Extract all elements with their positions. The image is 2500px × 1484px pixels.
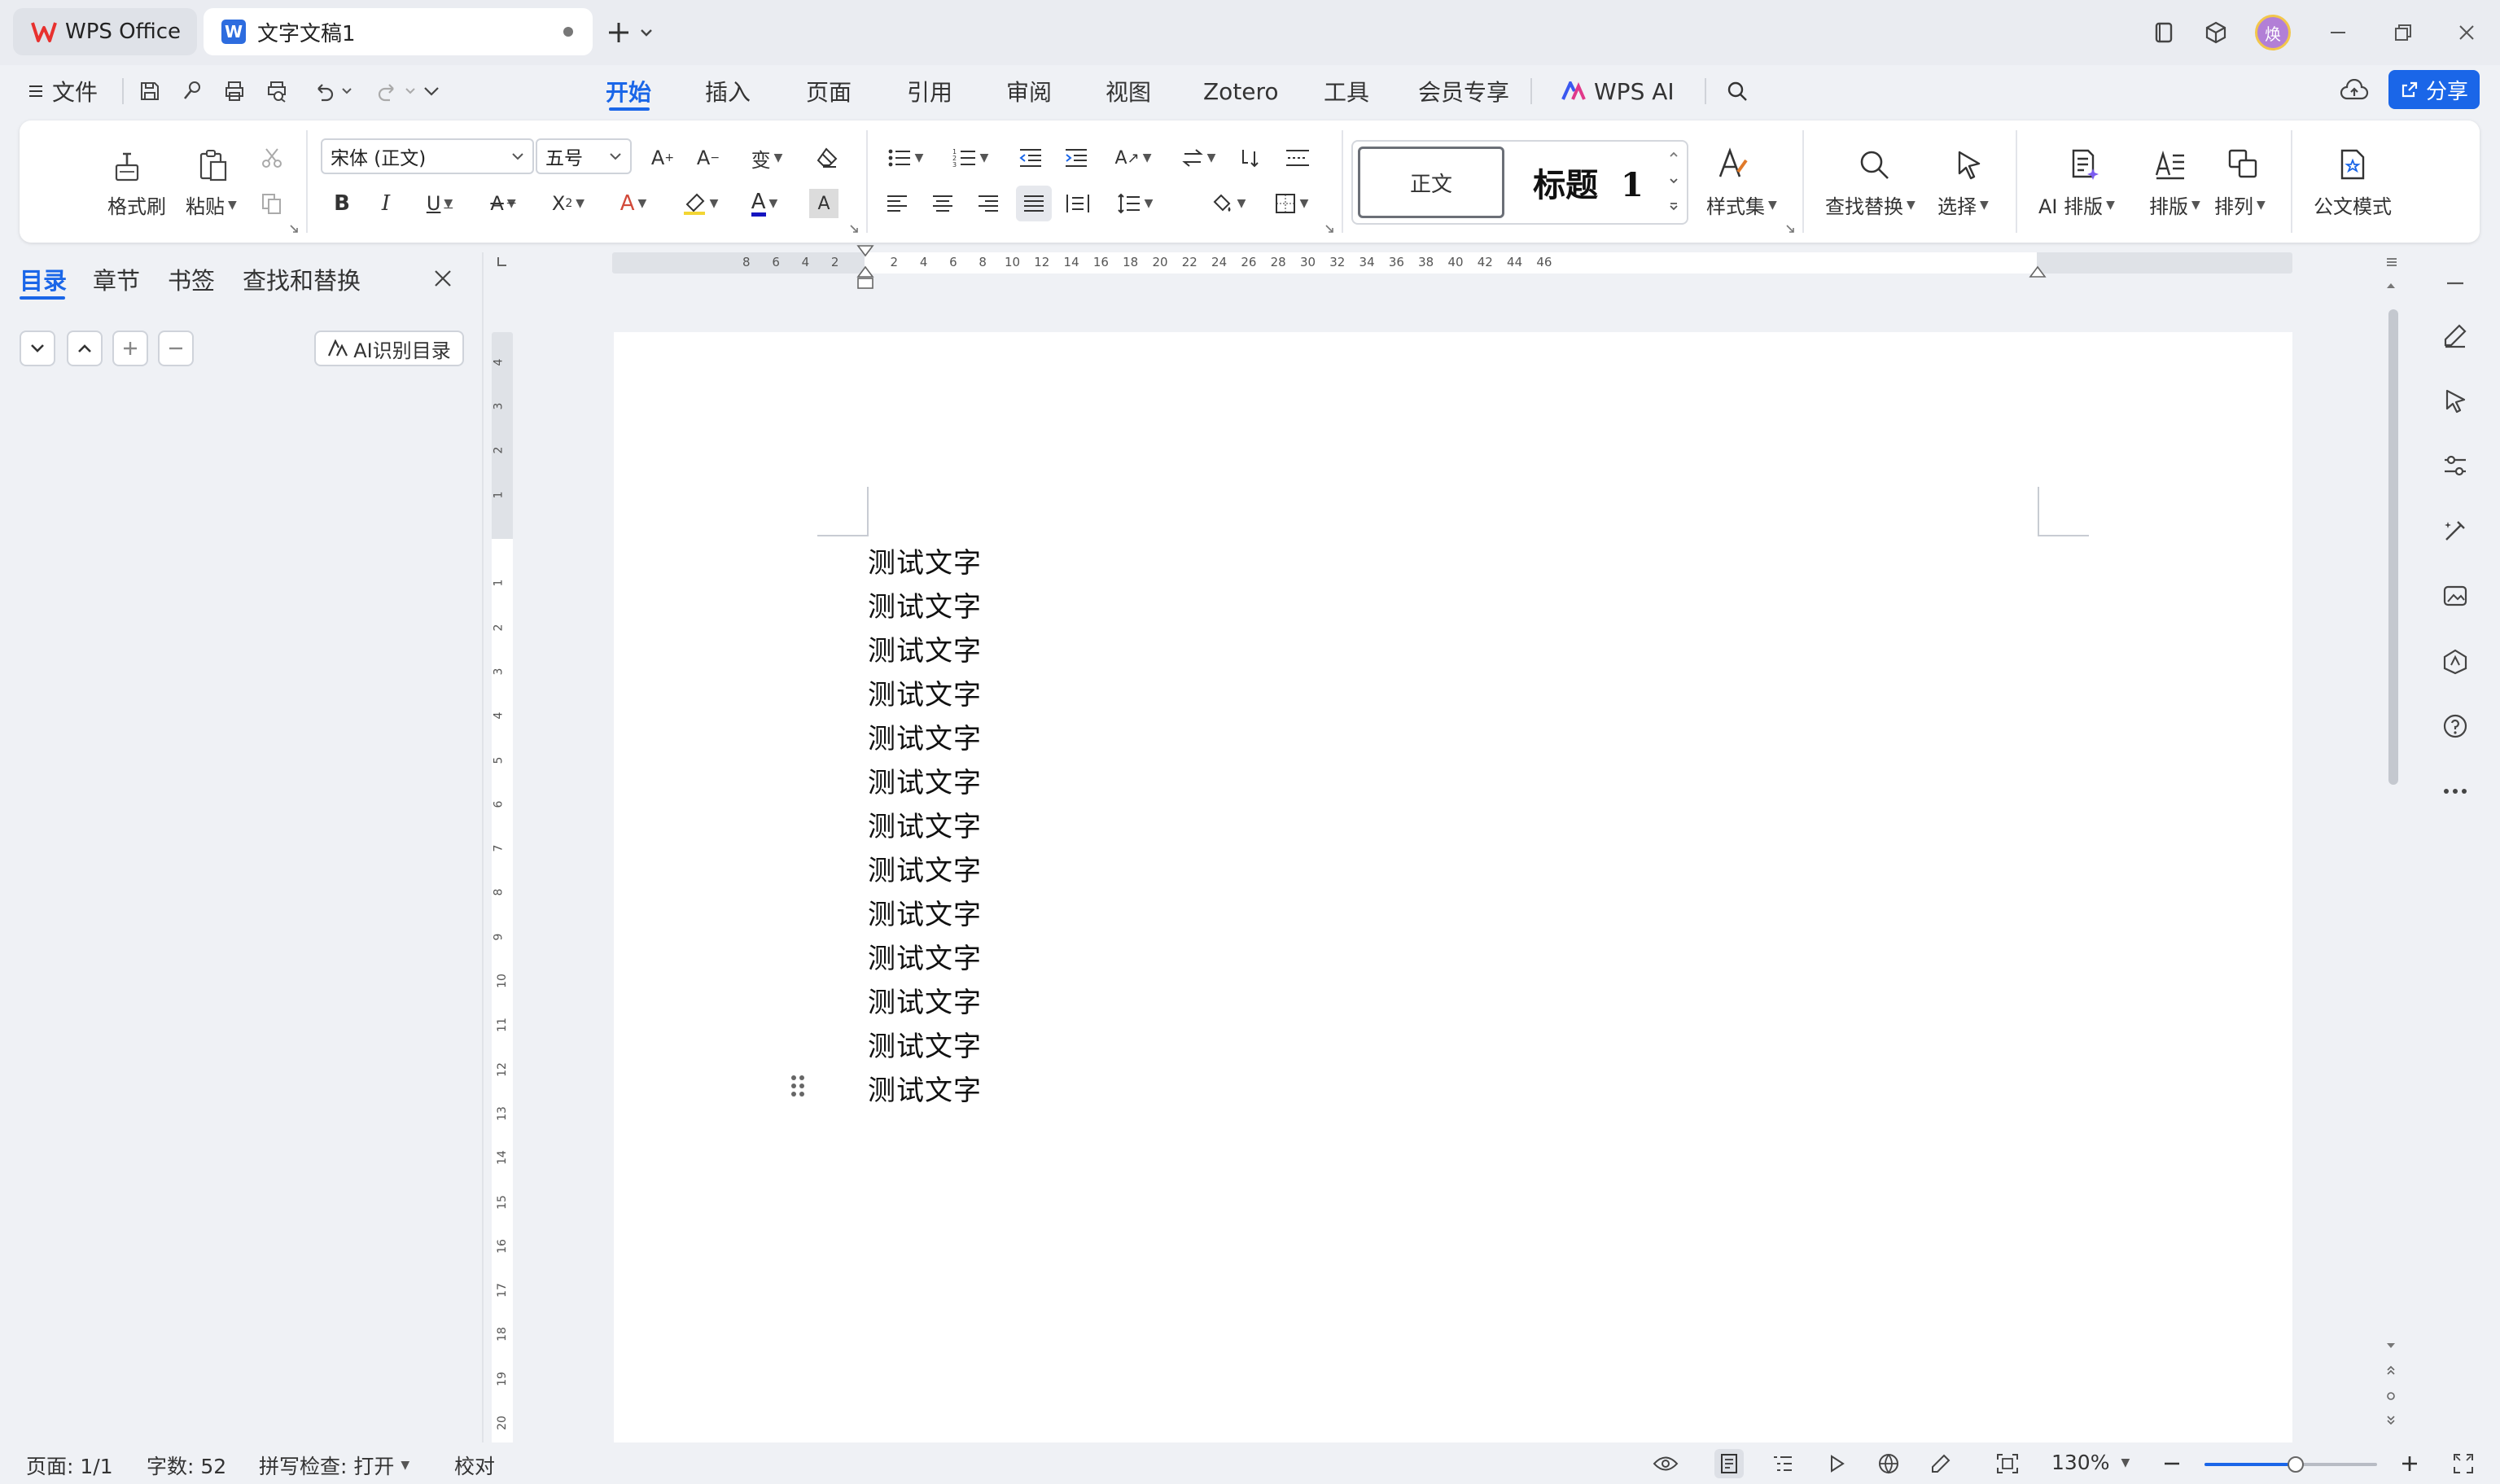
prev-page-icon[interactable] bbox=[2385, 1364, 2403, 1381]
scroll-down-arrow-icon[interactable] bbox=[2385, 1342, 2403, 1358]
document-line[interactable]: 测试文字 bbox=[868, 541, 982, 580]
fit-page-icon[interactable] bbox=[1993, 1449, 2022, 1478]
help-icon[interactable] bbox=[2437, 708, 2473, 744]
document-line[interactable]: 测试文字 bbox=[868, 804, 982, 844]
zoom-select[interactable]: 130% ▼ bbox=[2051, 1451, 2130, 1474]
eye-protection-icon[interactable] bbox=[1651, 1449, 1680, 1478]
word-count[interactable]: 字数: 52 bbox=[147, 1451, 226, 1480]
document-line[interactable]: 测试文字 bbox=[868, 716, 982, 756]
more-icon[interactable] bbox=[2437, 773, 2473, 809]
document-line[interactable]: 测试文字 bbox=[868, 892, 982, 932]
document-line[interactable]: 测试文字 bbox=[868, 760, 982, 800]
write-mode-icon[interactable] bbox=[1926, 1449, 1955, 1478]
ai-shape-icon[interactable] bbox=[2437, 643, 2473, 679]
document-line[interactable]: 测试文字 bbox=[868, 980, 982, 1020]
margin-corner-marks bbox=[817, 487, 2089, 536]
chevron-down-icon: ▼ bbox=[401, 1459, 410, 1472]
document-line[interactable]: 测试文字 bbox=[868, 1068, 982, 1108]
scroll-up-arrow-icon[interactable] bbox=[2385, 282, 2403, 298]
document-line[interactable]: 测试文字 bbox=[868, 584, 982, 624]
page-view-icon[interactable] bbox=[1714, 1449, 1744, 1478]
next-page-icon[interactable] bbox=[2385, 1415, 2403, 1431]
reading-mode-icon[interactable] bbox=[1822, 1449, 1851, 1478]
spell-check-label: 拼写检查: 打开 bbox=[259, 1455, 395, 1478]
ruler-toggle-icon[interactable] bbox=[2385, 256, 2403, 272]
document-line[interactable]: 测试文字 bbox=[868, 672, 982, 712]
chevron-down-icon: ▼ bbox=[2121, 1456, 2130, 1469]
adjust-sliders-icon[interactable] bbox=[2437, 448, 2473, 484]
zoom-out-icon[interactable] bbox=[2157, 1449, 2187, 1478]
spell-check-toggle[interactable]: 拼写检查: 打开 ▼ bbox=[259, 1451, 409, 1480]
tools-magic-icon[interactable] bbox=[2437, 513, 2473, 549]
pen-edit-icon[interactable] bbox=[2437, 317, 2473, 353]
browse-object-icon[interactable] bbox=[2385, 1390, 2403, 1407]
outline-view-icon[interactable] bbox=[1768, 1449, 1797, 1478]
page-indicator[interactable]: 页面: 1/1 bbox=[26, 1451, 113, 1480]
zoom-value: 130% bbox=[2051, 1451, 2110, 1474]
image-edit-icon[interactable] bbox=[2437, 578, 2473, 614]
collapse-side-icon[interactable] bbox=[2437, 265, 2473, 301]
zoom-in-icon[interactable] bbox=[2395, 1449, 2424, 1478]
proofread-button[interactable]: 校对 bbox=[454, 1451, 495, 1480]
select-pointer-icon[interactable] bbox=[2437, 383, 2473, 418]
document-line[interactable]: 测试文字 bbox=[868, 848, 982, 888]
drag-handle-icon[interactable] bbox=[786, 1071, 809, 1101]
vertical-scrollbar-thumb[interactable] bbox=[2388, 309, 2398, 785]
web-layout-icon[interactable] bbox=[1874, 1449, 1903, 1478]
document-line[interactable]: 测试文字 bbox=[868, 628, 982, 668]
zoom-slider-fill bbox=[2204, 1463, 2296, 1466]
document-line[interactable]: 测试文字 bbox=[868, 1024, 982, 1064]
document-line[interactable]: 测试文字 bbox=[868, 936, 982, 976]
zoom-slider-track[interactable] bbox=[2204, 1456, 2377, 1473]
fullscreen-icon[interactable] bbox=[2449, 1449, 2478, 1478]
